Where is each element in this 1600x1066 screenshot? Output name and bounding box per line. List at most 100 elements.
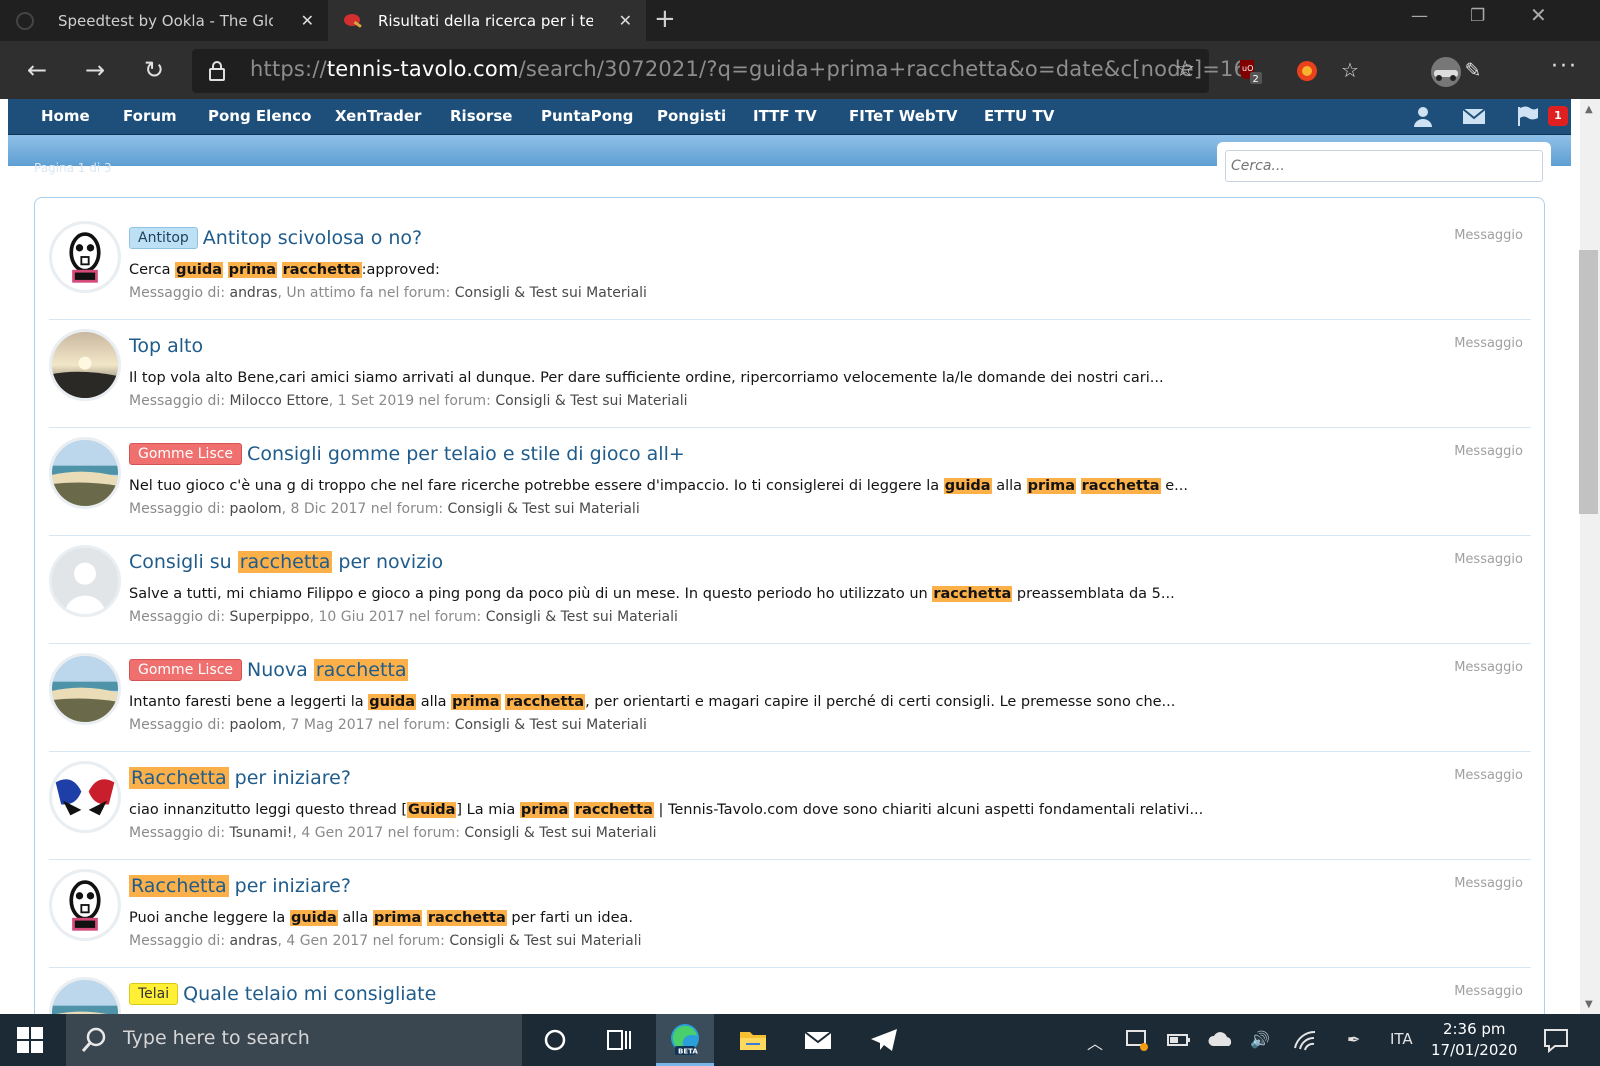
author-link[interactable]: Tsunami! — [229, 825, 292, 841]
flag-icon[interactable] — [1516, 105, 1540, 127]
nav-ettu-tv[interactable]: ETTU TV — [984, 107, 1054, 125]
tab-title: Speedtest by Ookla - The Global Broadban… — [58, 11, 273, 30]
action-center-icon[interactable] — [1542, 1026, 1570, 1054]
title-text: Antitop scivolosa o no? — [202, 227, 423, 249]
result-type-label: Messaggio — [1454, 336, 1523, 351]
result-title-link[interactable]: Antitop scivolosa o no? — [203, 227, 422, 249]
author-link[interactable]: andras — [229, 285, 277, 301]
scroll-up-icon[interactable]: ▲ — [1585, 104, 1593, 115]
profile-avatar-icon[interactable] — [1428, 56, 1464, 88]
result-title: Gomme Lisce Nuova racchetta — [129, 659, 409, 681]
result-title-link[interactable]: Nuova racchetta — [247, 659, 409, 681]
forum-link[interactable]: Consigli & Test sui Materiali — [455, 717, 647, 733]
user-icon[interactable] — [1411, 105, 1435, 127]
user-avatar[interactable] — [49, 761, 121, 833]
tray-overflow-icon[interactable]: ︿ — [1087, 1030, 1103, 1054]
user-avatar[interactable] — [49, 437, 121, 509]
snippet-text: alla — [416, 694, 452, 710]
nav-risorse[interactable]: Risorse — [450, 107, 512, 125]
cortana-icon[interactable] — [539, 1024, 571, 1056]
result-title-link[interactable]: Consigli gomme per telaio e stile di gio… — [247, 443, 685, 465]
user-avatar[interactable] — [49, 869, 121, 941]
wifi-icon[interactable] — [1293, 1028, 1319, 1052]
user-avatar[interactable] — [49, 653, 121, 725]
taskbar-search-box[interactable]: Type here to search — [66, 1014, 522, 1066]
mail-app-icon[interactable] — [802, 1024, 834, 1056]
site-search-input[interactable] — [1225, 150, 1543, 182]
tab-search-results[interactable]: Risultati della ricerca per i termini ✕ — [328, 0, 646, 41]
close-tab-icon[interactable]: ✕ — [301, 11, 314, 30]
search-term-highlight: prima — [519, 802, 570, 818]
more-menu-icon[interactable]: ··· — [1551, 54, 1578, 79]
language-indicator[interactable]: ITA — [1390, 1030, 1413, 1048]
restore-icon[interactable]: ❐ — [1470, 6, 1485, 26]
meta-date: , 7 Mag 2017 nel forum: — [281, 717, 455, 733]
result-title-link[interactable]: Racchetta per iniziare? — [129, 767, 351, 789]
new-tab-icon[interactable]: + — [654, 4, 676, 34]
telegram-icon[interactable] — [868, 1024, 900, 1056]
scroll-down-icon[interactable]: ▼ — [1585, 999, 1593, 1010]
extension-red-circle-icon[interactable] — [1292, 56, 1322, 86]
nav-fitet-webtv[interactable]: FITeT WebTV — [849, 107, 957, 125]
nav-xentrader[interactable]: XenTrader — [335, 107, 421, 125]
scrollbar-thumb[interactable] — [1579, 250, 1598, 514]
back-arrow-icon[interactable]: ← — [20, 53, 54, 87]
forum-link[interactable]: Consigli & Test sui Materiali — [464, 825, 656, 841]
tab-speedtest[interactable]: Speedtest by Ookla - The Global Broadban… — [0, 0, 328, 41]
volume-icon[interactable]: 🔊 — [1250, 1030, 1270, 1049]
star-icon[interactable]: ☆ — [1175, 57, 1195, 82]
meta-date: , 4 Gen 2017 nel forum: — [292, 825, 465, 841]
thread-prefix-badge[interactable]: Antitop — [129, 227, 198, 249]
result-title-link[interactable]: Top alto — [129, 335, 203, 357]
url-host: tennis-tavolo.com — [326, 57, 519, 81]
alerts-badge[interactable]: 1 — [1548, 106, 1568, 126]
ublock-extension-icon[interactable]: uO 2 — [1236, 56, 1266, 86]
result-title-link[interactable]: Quale telaio mi consigliate — [183, 983, 436, 1005]
author-link[interactable]: paolom — [229, 501, 281, 517]
mail-icon[interactable] — [1462, 105, 1486, 127]
nav-home[interactable]: Home — [41, 107, 90, 125]
close-window-icon[interactable]: ✕ — [1530, 3, 1547, 27]
taskbar-edge-active[interactable]: BETA — [656, 1014, 714, 1066]
author-link[interactable]: Milocco Ettore — [229, 393, 328, 409]
nav-forum[interactable]: Forum — [123, 107, 177, 125]
pen-icon[interactable]: ✒ — [1347, 1030, 1360, 1049]
minimize-icon[interactable]: — — [1411, 6, 1428, 26]
nav-pongisti[interactable]: Pongisti — [657, 107, 726, 125]
task-view-icon[interactable] — [603, 1024, 635, 1056]
snippet-text: preassemblata da 5... — [1012, 586, 1175, 602]
forum-link[interactable]: Consigli & Test sui Materiali — [455, 285, 647, 301]
nav-ittf-tv[interactable]: ITTF TV — [753, 107, 817, 125]
windows-taskbar: Type here to search BETA ︿ 🔊 ✒ ITA 2:36 … — [0, 1014, 1600, 1066]
reload-icon[interactable]: ↻ — [137, 53, 171, 87]
network-drive-icon[interactable] — [1124, 1027, 1150, 1053]
close-tab-icon[interactable]: ✕ — [619, 11, 632, 30]
onedrive-cloud-icon[interactable] — [1207, 1028, 1235, 1052]
address-bar[interactable]: https://tennis-tavolo.com/search/3072021… — [192, 49, 1247, 93]
result-title-link[interactable]: Consigli su racchetta per novizio — [129, 551, 443, 573]
battery-icon[interactable] — [1166, 1028, 1192, 1052]
file-explorer-icon[interactable] — [737, 1024, 769, 1056]
thread-prefix-badge[interactable]: Telai — [129, 983, 179, 1005]
user-avatar[interactable] — [49, 545, 121, 617]
thread-prefix-badge[interactable]: Gomme Lisce — [129, 443, 243, 465]
forum-link[interactable]: Consigli & Test sui Materiali — [486, 609, 678, 625]
favorites-icon[interactable]: ☆ — [1333, 53, 1367, 87]
nav-pong-elenco[interactable]: Pong Elenco — [208, 107, 311, 125]
taskbar-clock[interactable]: 2:36 pm 17/01/2020 — [1431, 1019, 1517, 1061]
forward-arrow-icon[interactable]: → — [78, 53, 112, 87]
forum-link[interactable]: Consigli & Test sui Materiali — [449, 933, 641, 949]
user-avatar[interactable] — [49, 221, 121, 293]
forum-link[interactable]: Consigli & Test sui Materiali — [448, 501, 640, 517]
author-link[interactable]: paolom — [229, 717, 281, 733]
result-title-link[interactable]: Racchetta per iniziare? — [129, 875, 351, 897]
nav-puntapong[interactable]: PuntaPong — [541, 107, 633, 125]
user-avatar[interactable] — [49, 977, 121, 1014]
author-link[interactable]: andras — [229, 933, 277, 949]
thread-prefix-badge[interactable]: Gomme Lisce — [129, 659, 243, 681]
author-link[interactable]: Superpippo — [229, 609, 309, 625]
user-avatar[interactable] — [49, 329, 121, 401]
forum-link[interactable]: Consigli & Test sui Materiali — [495, 393, 687, 409]
windows-start-icon[interactable] — [17, 1027, 43, 1053]
page-scrollbar[interactable] — [1580, 99, 1600, 1014]
